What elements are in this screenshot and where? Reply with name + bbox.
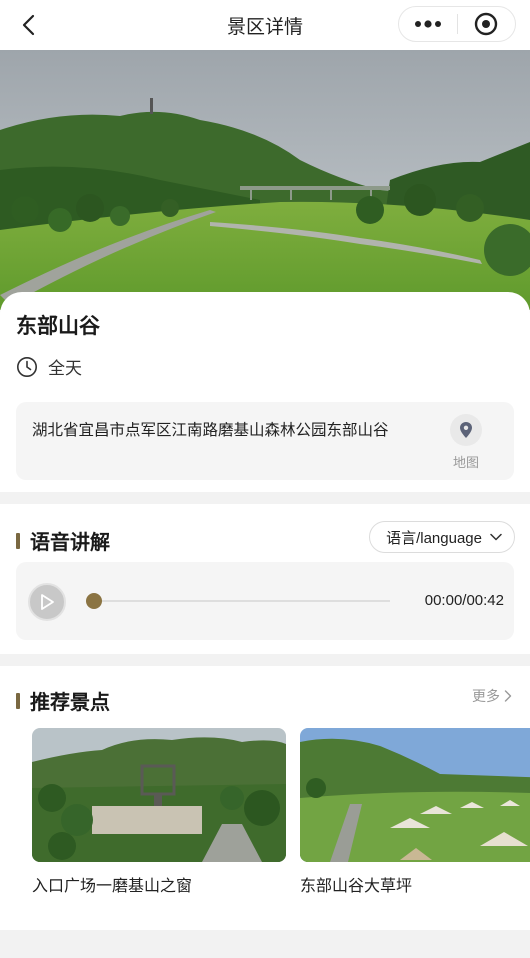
audio-guide-card: 语音讲解 语言/language 00:00/00:42	[0, 504, 530, 654]
audio-player: 00:00/00:42	[16, 562, 514, 640]
map-circle	[450, 414, 482, 446]
chevron-down-icon	[490, 533, 502, 541]
spot-name: 东部山谷	[16, 315, 100, 338]
chevron-left-icon	[22, 14, 35, 36]
chevron-right-icon	[504, 690, 512, 702]
back-button[interactable]	[14, 10, 44, 40]
more-options-button[interactable]	[399, 7, 457, 41]
audio-section-header: 语音讲解	[16, 526, 110, 555]
recommended-spots-card: 推荐景点 更多 入口广场一磨基山之窗 东部山谷大草坪	[0, 666, 530, 930]
language-select-label: 语言/language	[386, 529, 482, 547]
page-title: 景区详情	[226, 16, 303, 38]
recommended-spot-label: 入口广场一磨基山之窗	[32, 878, 193, 895]
recommended-spot-image	[32, 728, 286, 862]
opening-hours-text: 全天	[48, 359, 82, 378]
section-accent-bar	[16, 692, 20, 709]
opening-hours: 全天	[16, 354, 82, 379]
play-button[interactable]	[28, 583, 66, 621]
spot-info-card: 东部山谷 全天 湖北省宜昌市点军区江南路磨基山森林公园东部山谷 地图	[0, 292, 530, 492]
close-mini-program-button[interactable]	[458, 7, 516, 41]
recommended-spot-image	[300, 728, 530, 862]
nav-bar: 景区详情	[0, 0, 530, 50]
recommend-section-header: 推荐景点	[16, 686, 110, 715]
more-link[interactable]: 更多	[472, 686, 512, 706]
address-text: 湖北省宜昌市点军区江南路磨基山森林公园东部山谷	[32, 422, 389, 439]
recommended-spot-label: 东部山谷大草坪	[300, 878, 413, 895]
audio-section-title: 语音讲解	[30, 532, 110, 554]
more-dots-icon	[414, 20, 441, 28]
recommended-spot-card[interactable]: 入口广场一磨基山之窗	[32, 728, 286, 896]
language-select[interactable]: 语言/language	[369, 521, 515, 553]
recommended-spot-card[interactable]: 东部山谷大草坪	[300, 728, 530, 896]
map-label: 地图	[452, 455, 479, 470]
clock-icon	[17, 356, 37, 377]
progress-track[interactable]	[86, 600, 390, 602]
playback-time: 00:00/00:42	[424, 592, 504, 609]
more-link-label: 更多	[472, 688, 500, 704]
map-button[interactable]: 地图	[436, 414, 496, 471]
target-icon	[475, 12, 498, 36]
progress-thumb[interactable]	[86, 593, 102, 609]
play-icon	[41, 594, 54, 610]
hero-image	[0, 50, 530, 310]
section-accent-bar	[16, 532, 20, 549]
location-pin-icon	[460, 422, 472, 438]
address-box: 湖北省宜昌市点军区江南路磨基山森林公园东部山谷 地图	[16, 402, 514, 480]
mini-program-capsule	[398, 6, 516, 42]
recommend-section-title: 推荐景点	[30, 692, 110, 714]
